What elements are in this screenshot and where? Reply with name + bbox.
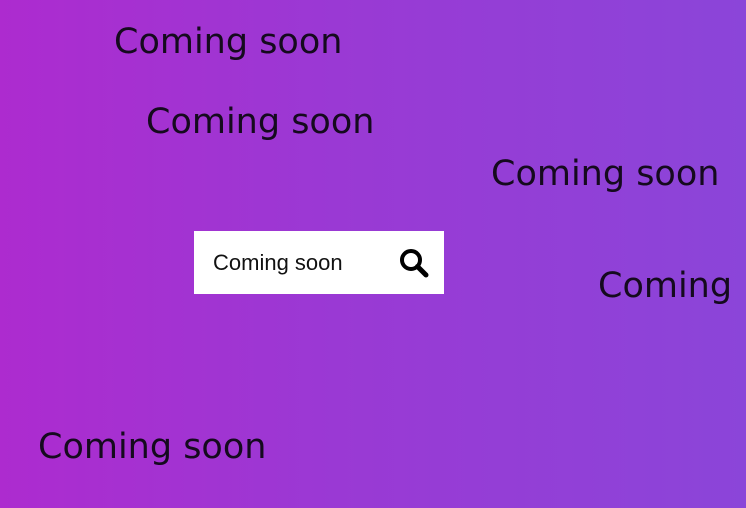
coming-soon-text-3: Coming soon bbox=[491, 154, 720, 194]
coming-soon-text-4: Coming bbox=[598, 266, 733, 306]
coming-soon-text-1: Coming soon bbox=[114, 22, 343, 62]
search-button[interactable] bbox=[396, 245, 432, 281]
search-icon bbox=[400, 249, 429, 278]
coming-soon-text-5: Coming soon bbox=[38, 427, 267, 467]
search-input[interactable] bbox=[194, 242, 384, 283]
coming-soon-text-2: Coming soon bbox=[146, 102, 375, 142]
search-box bbox=[194, 231, 444, 294]
